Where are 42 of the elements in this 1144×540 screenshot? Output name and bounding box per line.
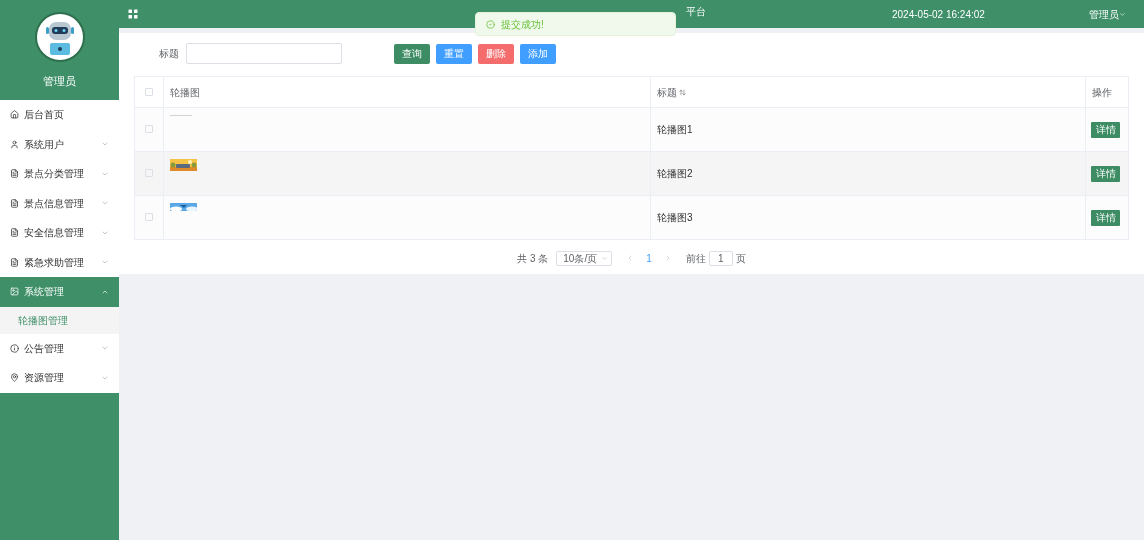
- menu-item[interactable]: 系统用户: [0, 129, 119, 159]
- grid-menu-icon[interactable]: [127, 8, 139, 20]
- menu-item[interactable]: 紧急求助管理: [0, 247, 119, 277]
- table-cell: 轮播图1: [657, 124, 693, 135]
- menu-item[interactable]: 资源管理: [0, 363, 119, 393]
- toast-message: 提交成功!: [501, 17, 544, 32]
- page-suffix: 页: [735, 251, 746, 266]
- column-header: 轮播图: [170, 86, 200, 98]
- page-title: 平台: [686, 4, 706, 19]
- detail-button[interactable]: 详情: [1091, 165, 1120, 182]
- table-cell: 轮播图3: [657, 212, 693, 223]
- title-label: 标题: [159, 47, 179, 61]
- success-icon: [486, 19, 495, 29]
- menu-item[interactable]: 后台首页: [0, 100, 119, 130]
- detail-button[interactable]: 详情: [1091, 121, 1120, 138]
- menu-item[interactable]: 系统管理: [0, 277, 119, 307]
- robot-avatar-icon: [34, 12, 85, 62]
- user-menu[interactable]: 管理员: [1088, 6, 1126, 22]
- menu-item[interactable]: 公告管理: [0, 333, 119, 363]
- table-cell: 轮播图2: [657, 168, 693, 179]
- menu-item[interactable]: 安全信息管理: [0, 218, 119, 248]
- column-header[interactable]: 标题: [657, 84, 677, 100]
- title-input[interactable]: [186, 43, 342, 64]
- select-all-checkbox[interactable]: [145, 87, 153, 96]
- user-name: 管理员: [43, 74, 76, 89]
- sort-icon[interactable]: [679, 88, 686, 96]
- submenu-item[interactable]: 轮播图管理: [0, 306, 119, 334]
- menu-item[interactable]: 景点分类管理: [0, 159, 119, 189]
- detail-button[interactable]: 详情: [1091, 209, 1120, 226]
- caret-icon: [601, 254, 609, 262]
- total-count: 共 3 条: [517, 251, 549, 266]
- action-button[interactable]: 查询: [394, 43, 430, 64]
- page-size-select[interactable]: 10条/页: [556, 250, 613, 266]
- goto-label: 前往: [685, 251, 706, 266]
- datetime: 2024-05-02 16:24:02: [892, 7, 985, 22]
- row-checkbox[interactable]: [145, 125, 153, 133]
- menu-item[interactable]: 景点信息管理: [0, 188, 119, 218]
- caret-icon: [1118, 10, 1126, 18]
- row-checkbox[interactable]: [145, 213, 153, 221]
- column-header: 操作: [1092, 86, 1112, 98]
- goto-page-input[interactable]: 1: [708, 250, 733, 266]
- row-checkbox[interactable]: [145, 169, 153, 177]
